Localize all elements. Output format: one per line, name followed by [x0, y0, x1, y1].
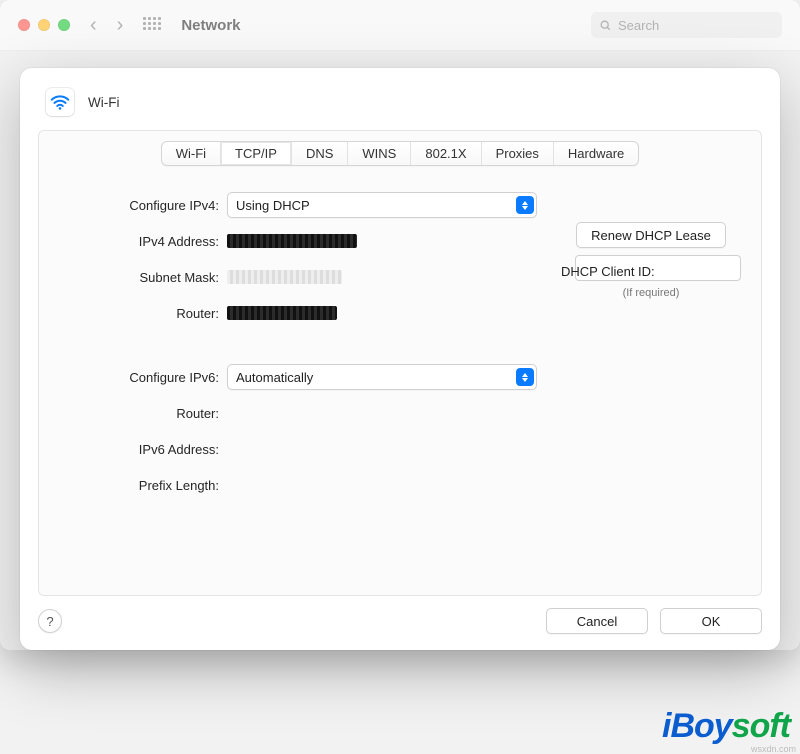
tab-wins[interactable]: WINS — [347, 142, 410, 165]
tab-8021x[interactable]: 802.1X — [410, 142, 480, 165]
tab-tcpip[interactable]: TCP/IP — [220, 142, 291, 165]
label-configure-ipv4: Configure IPv4: — [59, 198, 227, 213]
dhcp-client-id-hint: (If required) — [561, 287, 741, 299]
dhcp-side-column: Renew DHCP Lease DHCP Client ID: (If req… — [561, 222, 741, 299]
tab-segmented-control: Wi-Fi TCP/IP DNS WINS 802.1X Proxies Har… — [161, 141, 640, 166]
sheet-title: Wi-Fi — [88, 95, 119, 110]
cancel-button[interactable]: Cancel — [546, 608, 648, 634]
label-ipv6-address: IPv6 Address: — [59, 442, 227, 457]
tcpip-form: Configure IPv4: Using DHCP IPv4 Address:… — [39, 166, 761, 518]
label-prefix-length: Prefix Length: — [59, 478, 227, 493]
configure-ipv6-popup[interactable]: Automatically — [227, 364, 537, 390]
configure-ipv4-value: Using DHCP — [236, 198, 310, 213]
content-panel: Wi-Fi TCP/IP DNS WINS 802.1X Proxies Har… — [38, 130, 762, 596]
updown-icon — [516, 368, 534, 386]
sheet-header: Wi-Fi — [20, 68, 780, 130]
label-router-v6: Router: — [59, 406, 227, 421]
sheet-footer: ? Cancel OK — [20, 596, 780, 650]
tab-wifi[interactable]: Wi-Fi — [162, 142, 220, 165]
label-ipv4-address: IPv4 Address: — [59, 234, 227, 249]
wifi-icon — [46, 88, 74, 116]
configure-ipv4-popup[interactable]: Using DHCP — [227, 192, 537, 218]
configure-ipv6-value: Automatically — [236, 370, 313, 385]
label-subnet-mask: Subnet Mask: — [59, 270, 227, 285]
router-v4-value — [227, 306, 337, 320]
watermark-logo: iBoysoft — [662, 707, 790, 746]
watermark-part-boy: Boy — [670, 707, 731, 745]
ipv4-address-value — [227, 234, 357, 248]
updown-icon — [516, 196, 534, 214]
tab-bar: Wi-Fi TCP/IP DNS WINS 802.1X Proxies Har… — [39, 131, 761, 166]
tab-proxies[interactable]: Proxies — [481, 142, 553, 165]
renew-dhcp-lease-button[interactable]: Renew DHCP Lease — [576, 222, 726, 248]
tab-hardware[interactable]: Hardware — [553, 142, 638, 165]
tab-dns[interactable]: DNS — [291, 142, 347, 165]
watermark-credit: wsxdn.com — [751, 744, 796, 754]
label-dhcp-client-id: DHCP Client ID: — [561, 264, 655, 279]
help-button[interactable]: ? — [38, 609, 62, 633]
subnet-mask-value — [227, 270, 342, 284]
watermark-part-soft: soft — [732, 707, 790, 745]
ok-button[interactable]: OK — [660, 608, 762, 634]
network-advanced-sheet: Wi-Fi Wi-Fi TCP/IP DNS WINS 802.1X Proxi… — [20, 68, 780, 650]
label-router-v4: Router: — [59, 306, 227, 321]
label-configure-ipv6: Configure IPv6: — [59, 370, 227, 385]
